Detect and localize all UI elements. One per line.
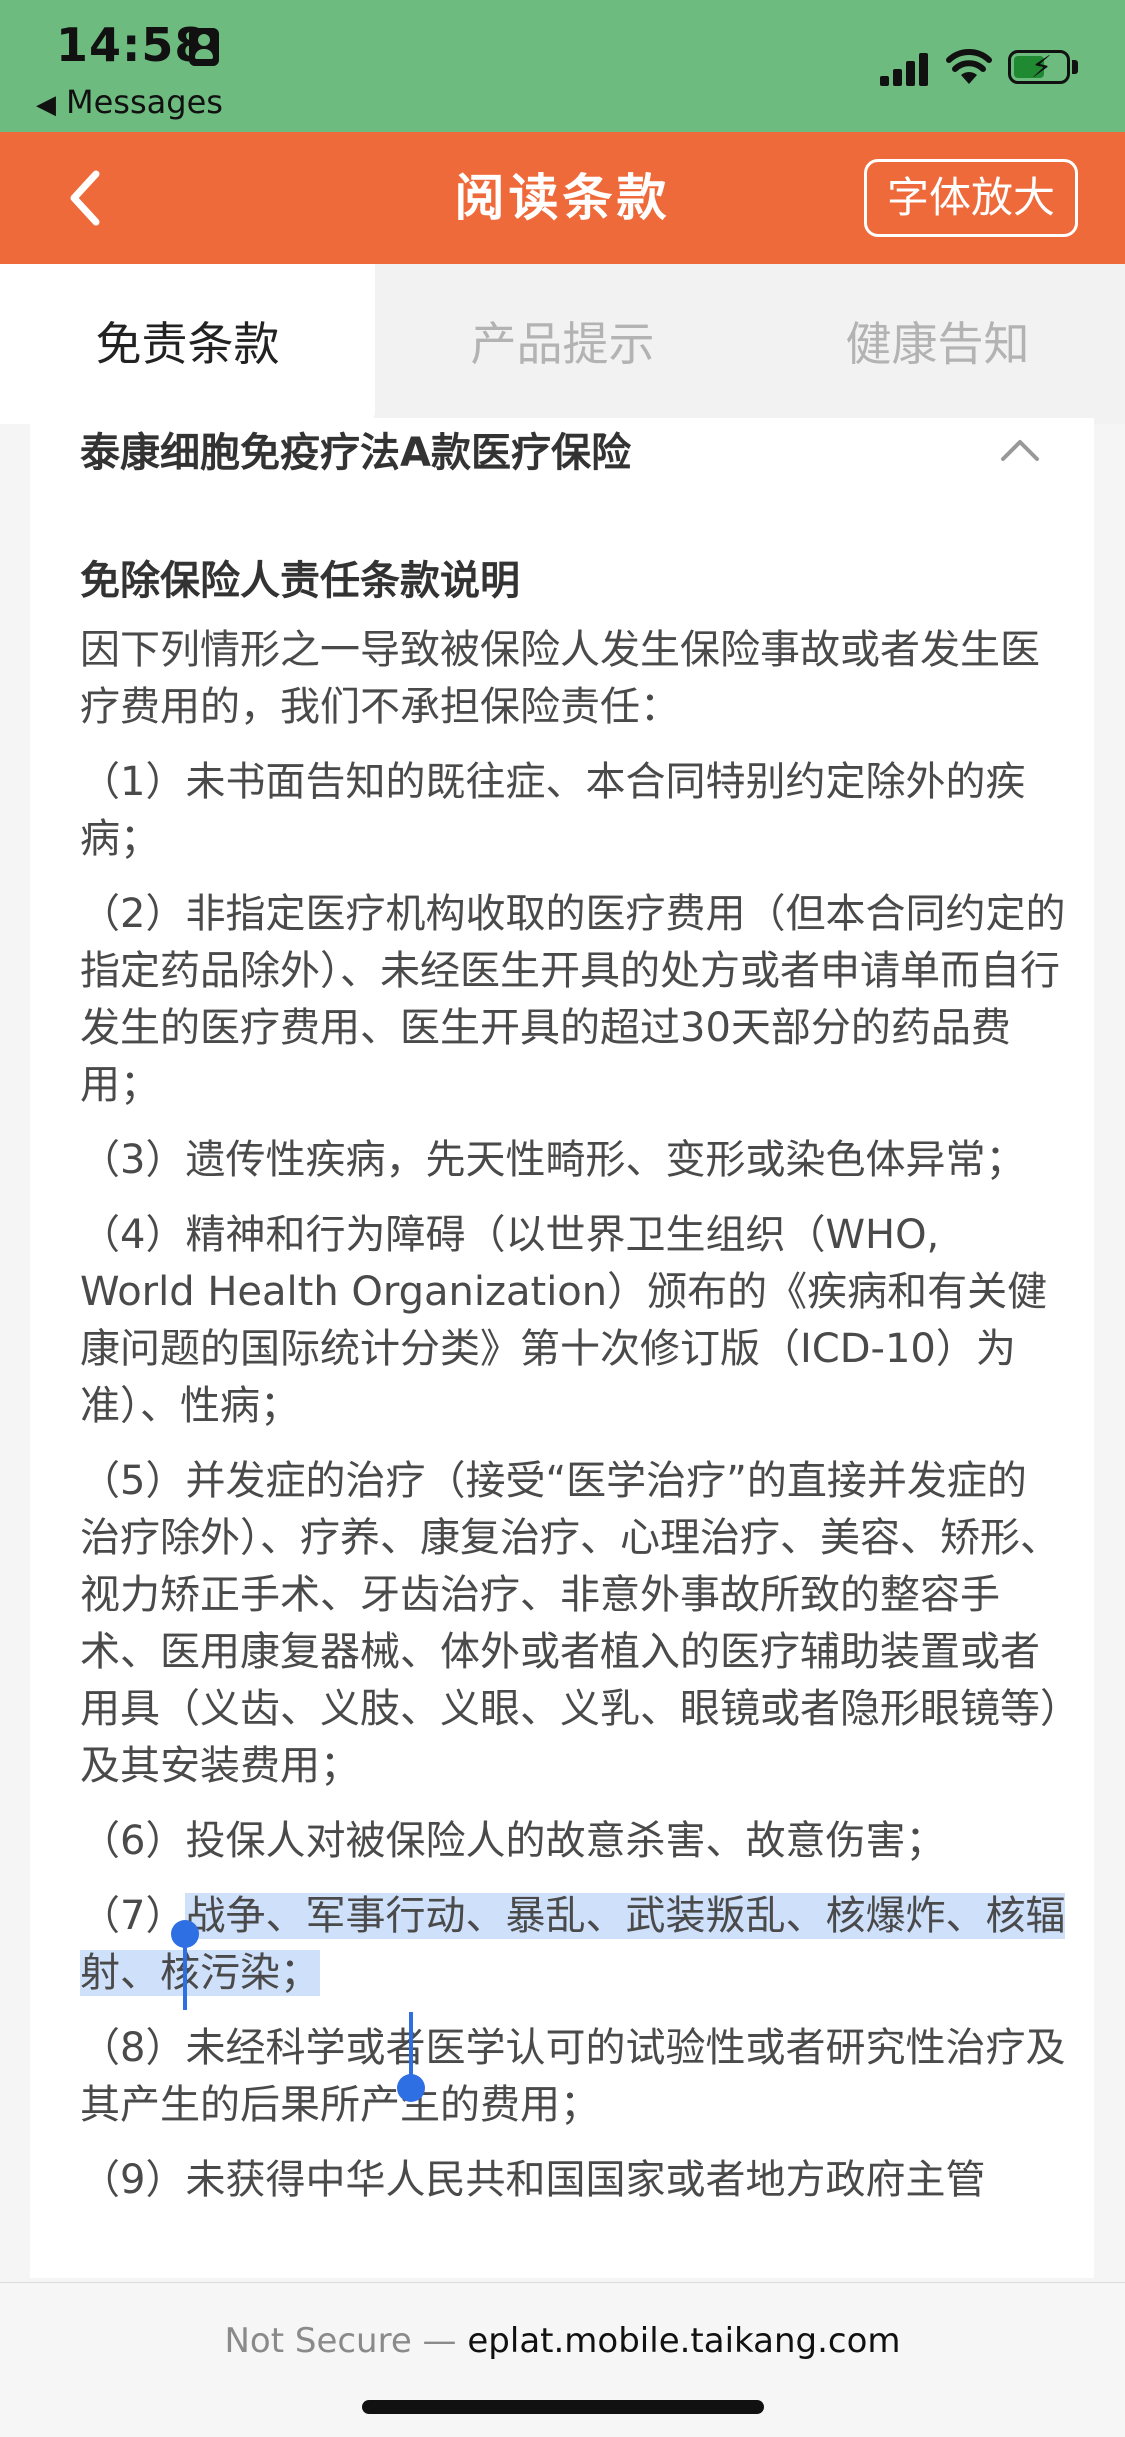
tab-disclaimer[interactable]: 免责条款 [0, 264, 375, 424]
intro-paragraph: 因下列情形之一导致被保险人发生保险事故或者发生医疗费用的，我们不承担保险责任： [80, 627, 1040, 730]
selection-start-handle[interactable] [170, 1920, 200, 2010]
clause-item: （4）精神和行为障碍（以世界卫生组织（WHO, World Health Org… [80, 1212, 1048, 1429]
clause-item: （2）非指定医疗机构收取的医疗费用（但本合同约定的指定药品除外）、未经医生开具的… [80, 891, 1066, 1108]
url-text[interactable]: Not Secure — eplat.mobile.taikang.com [0, 2321, 1125, 2361]
battery-charging-icon: ⚡ [1008, 50, 1070, 85]
back-triangle-icon: ◀ [36, 90, 56, 120]
chevron-up-icon[interactable] [1000, 438, 1040, 462]
back-to-messages-link[interactable]: ◀ Messages [36, 83, 223, 121]
cellular-signal-icon [880, 52, 932, 86]
selection-end-handle[interactable] [396, 2012, 426, 2102]
tab-product-tips[interactable]: 产品提示 [375, 264, 750, 424]
product-title[interactable]: 泰康细胞免疫疗法A款医疗保险 [80, 418, 631, 488]
clause-item: （8）未经科学或者医学认可的试验性或者研究性治疗及其产生的后果所产生的费用； [80, 2025, 1066, 2128]
clause-item: （9）未获得中华人民共和国国家或者地方政府主管 [80, 2157, 986, 2203]
tab-health-notice[interactable]: 健康告知 [750, 264, 1125, 424]
wifi-icon [946, 49, 992, 84]
clause-item: （5）并发症的治疗（接受“医学治疗”的直接并发症的治疗除外）、疗养、康复治疗、心… [80, 1458, 1060, 1789]
enlarge-font-button[interactable]: 字体放大 [864, 159, 1078, 237]
terms-body: 因下列情形之一导致被保险人发生保险事故或者发生医疗费用的，我们不承担保险责任： … [80, 622, 1066, 2227]
clause-item: （1）未书面告知的既往症、本合同特别约定除外的疾病； [80, 759, 1026, 862]
battery-tip [1072, 60, 1078, 74]
clause-item-7: （7）战争、军事行动、暴乱、武装叛乱、核爆炸、核辐射、核污染； [80, 1888, 1066, 2002]
status-bar: 14:58 ◀ Messages ⚡ [0, 0, 1125, 132]
tab-bar: 免责条款 产品提示 健康告知 [0, 264, 1125, 424]
nav-header: 阅读条款 字体放大 [0, 132, 1125, 264]
person-icon [189, 28, 219, 66]
clause-item: （6）投保人对被保险人的故意杀害、故意伤害； [80, 1818, 946, 1864]
status-time: 14:58 [56, 18, 208, 72]
section-title: 免除保险人责任条款说明 [80, 558, 520, 604]
home-indicator[interactable] [362, 2400, 764, 2414]
selected-text[interactable]: 战争、军事行动、暴乱、武装叛乱、核爆炸、核辐射、核污染； [80, 1893, 1066, 1996]
not-secure-label: Not Secure — [224, 2321, 457, 2361]
back-app-label: Messages [66, 83, 223, 121]
clause-item: （3）遗传性疾病，先天性畸形、变形或染色体异常； [80, 1137, 1026, 1183]
url-domain: eplat.mobile.taikang.com [467, 2321, 901, 2361]
